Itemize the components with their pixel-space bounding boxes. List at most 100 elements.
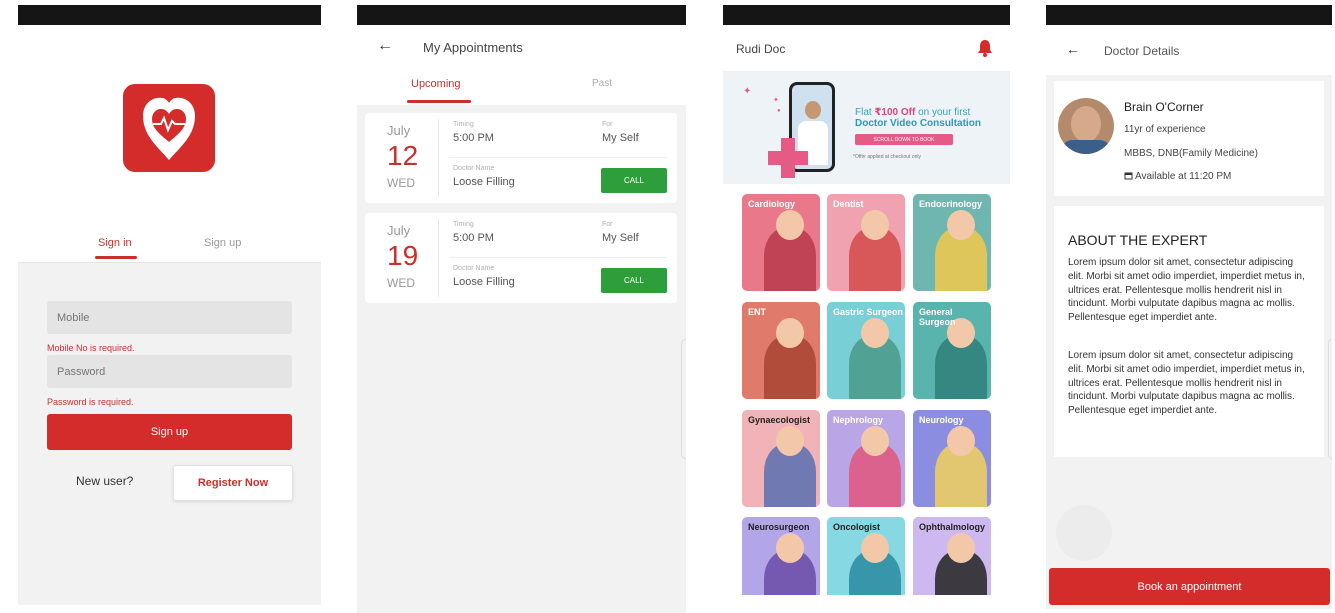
timing-label: Timing [453,121,474,128]
page-title: Doctor Details [1104,44,1180,58]
avatar [1056,505,1112,561]
doctor-label: Doctor Name [453,265,495,272]
speciality-name: Dentist [833,199,864,209]
offer-note: *Offer applied at checkout only [853,154,922,160]
speciality-tile[interactable]: Cardiology [742,194,820,291]
tile-illustration [861,210,889,240]
sparkle-icon: ✦ [743,86,752,97]
scroll-down-button[interactable]: SCROLL DOWN TO BOOK [855,134,953,145]
home-screen: Rudi Doc ✦ ✦ ● Flat ₹100 Off on your fir… [723,5,1010,595]
tile-illustration [861,318,889,348]
timing-label: Timing [453,221,474,228]
signin-screen: Sign in Sign up Mobile No is required. P… [18,5,321,605]
appointments-header: ← My Appointments Upcoming Past [357,25,686,105]
calendar-icon [1124,172,1133,180]
tile-illustration [776,210,804,240]
availability-text: Available at 11:20 PM [1135,171,1232,182]
avatar [1058,98,1114,154]
speciality-tile[interactable]: Neurology [913,410,991,507]
register-now-button[interactable]: Register Now [173,465,293,501]
offer-banner[interactable]: ✦ ✦ ● Flat ₹100 Off on your first Doctor… [723,72,1010,184]
doctor-availability: Available at 11:20 PM [1124,171,1231,182]
speciality-tile[interactable]: General Surgeon [913,302,991,399]
doctor-header: ← Doctor Details [1046,25,1332,75]
doctor-card: Brain O'Corner 11yr of experience MBBS, … [1054,81,1324,196]
home-header: Rudi Doc [723,25,1010,72]
page-title: My Appointments [423,40,523,55]
app-logo [123,84,215,172]
book-appointment-button[interactable]: Book an appointment [1049,568,1330,605]
auth-tabs: Sign in Sign up [18,233,321,263]
about-heading: ABOUT THE EXPERT [1068,232,1208,248]
doctor-name: Brain O'Corner [1124,100,1204,114]
appointment-day: 12 [387,140,419,171]
about-paragraph: Lorem ipsum dolor sit amet, consectetur … [1068,257,1305,324]
mobile-error: Mobile No is required. [47,343,135,353]
tile-illustration [776,318,804,348]
speciality-name: ENT [748,307,766,317]
edge-handle[interactable] [681,339,686,459]
mobile-input[interactable] [47,301,292,334]
back-arrow-icon[interactable]: ← [377,37,393,55]
tile-illustration [776,533,804,563]
password-input[interactable] [47,355,292,388]
tile-illustration [861,533,889,563]
bell-icon[interactable] [977,39,993,57]
speciality-tile[interactable]: Ophthalmology [913,517,991,595]
about-paragraph: Lorem ipsum dolor sit amet, consectetur … [1068,350,1305,417]
divider [449,157,667,158]
speciality-name: Endocrinology [919,199,982,209]
signup-button[interactable]: Sign up [47,414,292,450]
speciality-tile[interactable]: Gastric Surgeon [827,302,905,399]
speciality-tile[interactable]: Gynaecologist [742,410,820,507]
heart-pulse-logo-icon [143,97,195,160]
status-bar [723,5,1010,25]
speciality-name: Ophthalmology [919,522,985,532]
for-label: For [602,121,613,128]
speciality-tile[interactable]: Endocrinology [913,194,991,291]
status-bar [1046,5,1332,25]
appointment-card[interactable]: July 19 WED Timing 5:00 PM For My Self D… [365,213,677,303]
doctor-value: Loose Filling [453,176,515,188]
avatar-face [1071,106,1101,142]
speciality-name: Neurology [919,415,964,425]
offer-amount: ₹100 Off [874,107,916,118]
back-arrow-icon[interactable]: ← [1066,41,1080,57]
speciality-tile[interactable]: Dentist [827,194,905,291]
tab-past[interactable]: Past [592,78,612,89]
call-button[interactable]: CALL [601,168,667,193]
sparkle-icon: ✦ [773,97,779,104]
appointment-weekday: WED [387,176,415,190]
tab-signin[interactable]: Sign in [98,237,132,249]
active-tab-indicator [95,256,137,259]
speciality-tile[interactable]: ENT [742,302,820,399]
doctor-experience: 11yr of experience [1124,124,1206,135]
speciality-tile[interactable]: Oncologist [827,517,905,595]
signin-form: Mobile No is required. Password is requi… [18,263,321,605]
offer-line2: Doctor Video Consultation [855,118,981,129]
offer-text: Flat ₹100 Off on your first Doctor Video… [855,107,1005,129]
speciality-tile[interactable]: Neurosurgeon [742,517,820,595]
timing-value: 5:00 PM [453,232,494,244]
appointment-day: 19 [387,240,419,271]
status-bar [357,5,686,25]
about-card: ABOUT THE EXPERT Lorem ipsum dolor sit a… [1054,206,1324,457]
speciality-tile[interactable]: Nephrology [827,410,905,507]
appointment-card[interactable]: July 12 WED Timing 5:00 PM For My Self D… [365,113,677,203]
divider [438,219,439,297]
offer-suffix: on your first [915,107,971,118]
divider [438,119,439,197]
doctor-qualification: MBBS, DNB(Family Medicine) [1124,148,1258,159]
tab-signup[interactable]: Sign up [204,237,241,249]
appointment-month: July [387,223,411,238]
call-button[interactable]: CALL [601,268,667,293]
appointment-weekday: WED [387,276,415,290]
for-value: My Self [602,232,639,244]
sparkle-icon: ● [777,108,781,114]
tile-illustration [947,210,975,240]
doctor-value: Loose Filling [453,276,515,288]
tab-upcoming[interactable]: Upcoming [411,78,461,90]
active-tab-indicator [407,100,471,103]
tile-illustration [947,533,975,563]
edge-handle[interactable] [1328,339,1332,459]
